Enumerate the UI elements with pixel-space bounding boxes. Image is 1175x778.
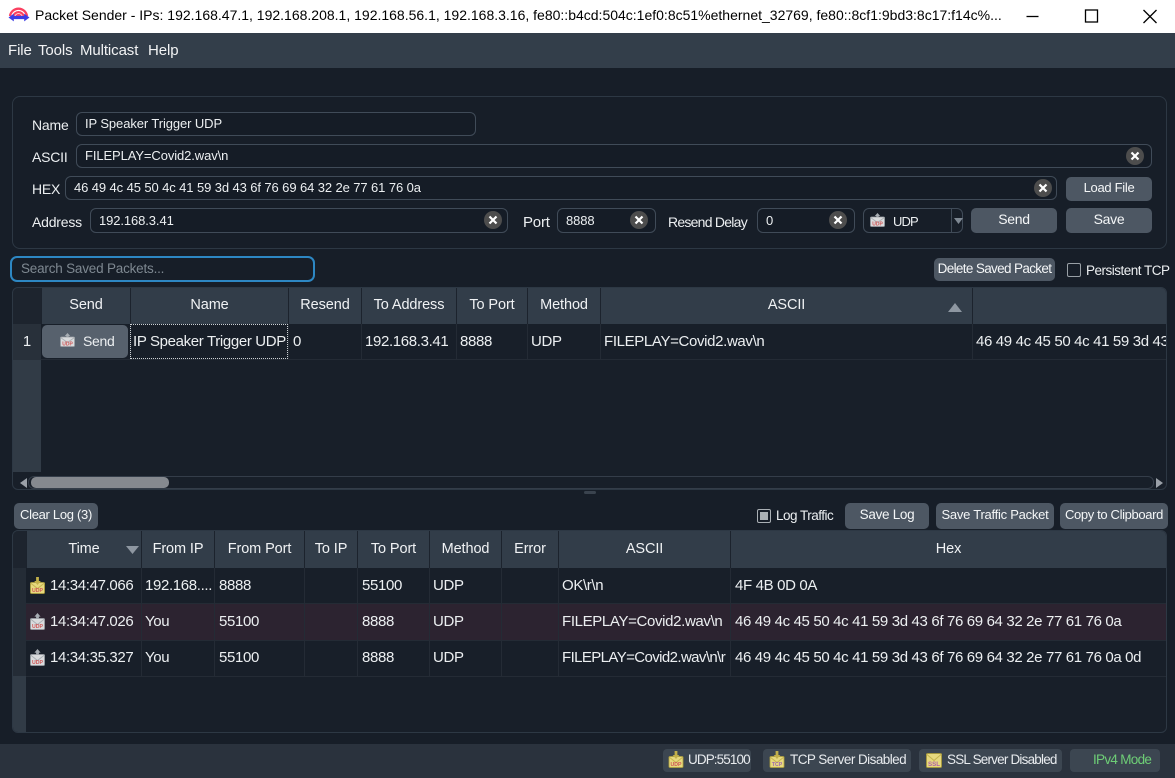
- svg-text:UDP: UDP: [32, 624, 43, 630]
- svg-text:UDP: UDP: [872, 222, 883, 227]
- svg-text:UDP: UDP: [671, 762, 682, 768]
- svg-text:TCP: TCP: [772, 762, 783, 768]
- svg-text:UDP: UDP: [32, 588, 43, 594]
- svg-text:UDP: UDP: [32, 660, 43, 666]
- svg-text:UDP: UDP: [62, 342, 73, 347]
- svg-text:SSL: SSL: [928, 761, 940, 768]
